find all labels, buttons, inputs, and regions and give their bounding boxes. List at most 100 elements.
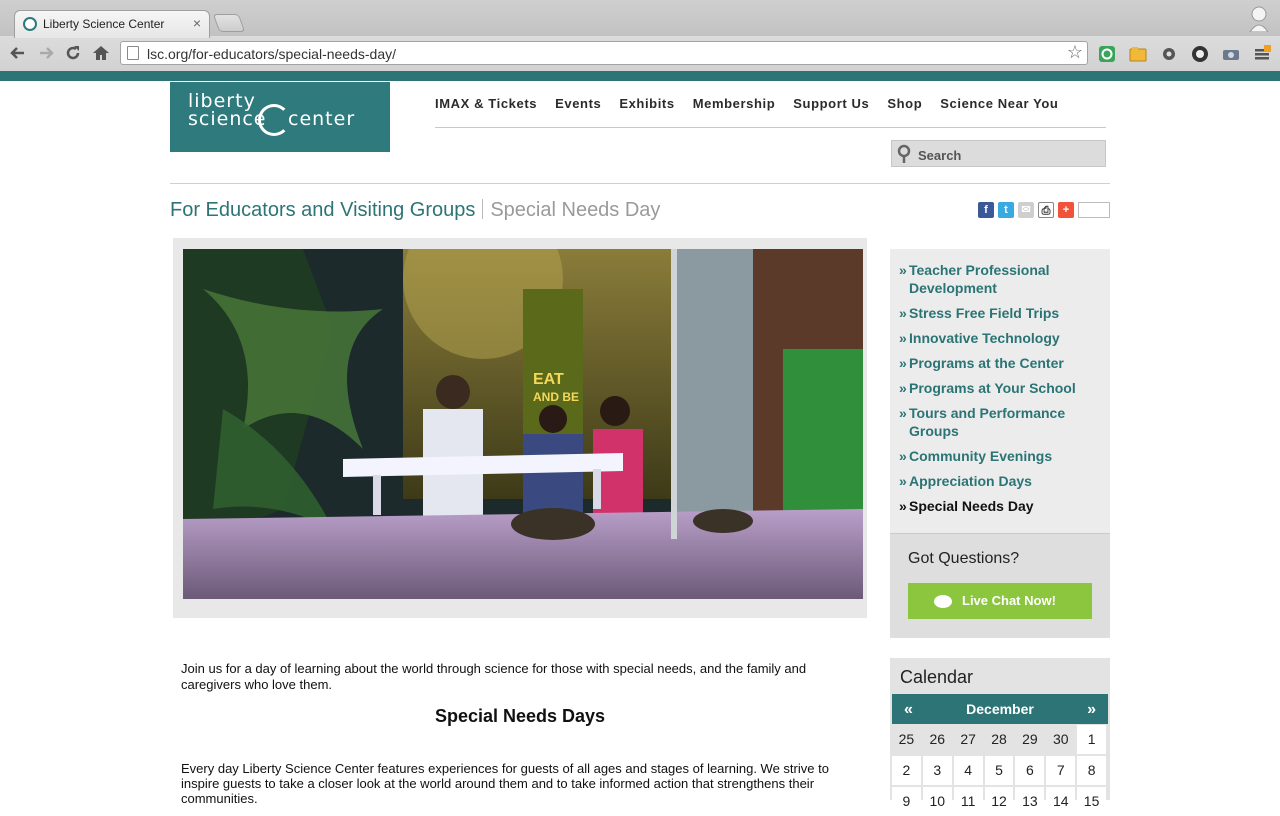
sidebar-item-label: Special Needs Day xyxy=(909,498,1034,514)
live-chat-button[interactable]: Live Chat Now! xyxy=(908,583,1092,619)
menu-icon[interactable] xyxy=(1253,45,1271,63)
nav-exhibits[interactable]: Exhibits xyxy=(619,96,674,116)
calendar-day[interactable]: 5 xyxy=(984,756,1014,785)
calendar-day[interactable]: 27 xyxy=(953,725,983,754)
page-icon xyxy=(127,46,139,60)
live-chat-label: Live Chat Now! xyxy=(962,593,1056,608)
site-top-bar xyxy=(0,71,1280,81)
search-placeholder[interactable]: Search xyxy=(918,148,961,163)
profile-icon[interactable] xyxy=(1248,4,1270,32)
calendar-day[interactable]: 29 xyxy=(1015,725,1045,754)
nav-shop[interactable]: Shop xyxy=(887,96,922,116)
calendar-day[interactable]: 15 xyxy=(1077,787,1107,816)
nav-support-us[interactable]: Support Us xyxy=(793,96,869,116)
sidebar-item-innovative-technology[interactable]: » Innovative Technology xyxy=(899,329,1099,347)
calendar-next-button[interactable]: » xyxy=(1087,701,1096,719)
addthis-icon[interactable]: + xyxy=(1058,202,1074,218)
calendar-day[interactable]: 10 xyxy=(922,787,952,816)
calendar-day[interactable]: 13 xyxy=(1015,787,1045,816)
forward-arrow-icon xyxy=(40,47,54,59)
calendar-day[interactable]: 11 xyxy=(953,787,983,816)
calendar-day[interactable]: 26 xyxy=(922,725,952,754)
share-counter xyxy=(1078,202,1110,218)
sidebar-item-tours-and-performance-groups[interactable]: » Tours and Performance Groups xyxy=(899,404,1099,440)
breadcrumb-section[interactable]: For Educators and Visiting Groups xyxy=(170,199,475,221)
nav-events[interactable]: Events xyxy=(555,96,601,116)
calendar-week-row: 9 10 11 12 13 14 15 xyxy=(892,787,1108,816)
browser-tab[interactable]: Liberty Science Center × xyxy=(14,10,210,38)
print-icon[interactable]: ⎙ xyxy=(1038,202,1054,218)
calendar-day[interactable]: 9 xyxy=(892,787,921,816)
email-icon[interactable]: ✉ xyxy=(1018,202,1034,218)
chat-bubble-icon xyxy=(934,595,952,608)
nav-membership[interactable]: Membership xyxy=(693,96,776,116)
breadcrumb-separator xyxy=(482,199,484,219)
sidebar-item-label: Innovative Technology xyxy=(909,330,1060,346)
home-button[interactable] xyxy=(91,43,111,63)
folder-extension-icon[interactable] xyxy=(1129,45,1147,63)
sign-text-eat: EAT xyxy=(533,371,564,388)
sidebar-item-label: Programs at the Center xyxy=(909,355,1064,371)
calendar-day[interactable]: 8 xyxy=(1077,756,1107,785)
calendar-prev-button[interactable]: « xyxy=(904,701,913,719)
logo-text-science: science xyxy=(188,108,267,130)
nav-imax-tickets[interactable]: IMAX & Tickets xyxy=(435,96,537,116)
back-arrow-icon xyxy=(10,47,24,59)
home-icon xyxy=(93,46,109,60)
header-divider xyxy=(170,183,1110,184)
new-tab-button[interactable] xyxy=(212,14,246,32)
tab-close-icon[interactable]: × xyxy=(193,15,201,31)
section-heading: Special Needs Days xyxy=(434,706,606,726)
forward-button[interactable] xyxy=(36,43,56,63)
calendar-day[interactable]: 25 xyxy=(892,725,921,754)
sync-extension-icon[interactable] xyxy=(1098,45,1116,63)
sidebar-item-programs-at-the-center[interactable]: » Programs at the Center xyxy=(899,354,1099,372)
calendar-month: December xyxy=(966,701,1034,717)
intro-paragraph: Join us for a day of learning about the … xyxy=(181,661,807,692)
gear-extension-icon[interactable] xyxy=(1160,45,1178,63)
calendar-day[interactable]: 3 xyxy=(922,756,952,785)
nav-divider xyxy=(435,127,1106,128)
calendar-widget: Calendar December « » 25 26 27 28 29 30 … xyxy=(890,658,1110,816)
location-pin-icon xyxy=(897,144,911,163)
reload-button[interactable] xyxy=(63,43,83,63)
questions-panel: Got Questions? Live Chat Now! xyxy=(890,533,1110,638)
logo-text-center: center xyxy=(288,108,356,130)
share-toolbar: f t ✉ ⎙ + xyxy=(978,202,1110,218)
calendar-day[interactable]: 30 xyxy=(1046,725,1076,754)
nav-science-near-you[interactable]: Science Near You xyxy=(940,96,1058,116)
sidebar-item-community-evenings[interactable]: » Community Evenings xyxy=(899,447,1099,465)
sidebar-item-label: Appreciation Days xyxy=(909,473,1032,489)
calendar-title: Calendar xyxy=(900,667,974,687)
calendar-day[interactable]: 2 xyxy=(892,756,921,785)
tab-title: Liberty Science Center xyxy=(43,17,165,31)
camera-extension-icon[interactable] xyxy=(1222,45,1240,63)
browser-toolbar: lsc.org/for-educators/special-needs-day/… xyxy=(0,36,1280,70)
bookmark-star-icon[interactable]: ☆ xyxy=(1067,42,1083,63)
address-bar[interactable]: lsc.org/for-educators/special-needs-day/… xyxy=(120,41,1088,65)
calendar-day[interactable]: 7 xyxy=(1046,756,1076,785)
url-text[interactable]: lsc.org/for-educators/special-needs-day/ xyxy=(147,46,396,62)
sidebar-item-stress-free-field-trips[interactable]: » Stress Free Field Trips xyxy=(899,304,1099,322)
calendar-header: December « » xyxy=(892,694,1108,724)
calendar-day[interactable]: 6 xyxy=(1015,756,1045,785)
search-box[interactable]: Search xyxy=(891,140,1106,167)
circle-extension-icon[interactable] xyxy=(1191,45,1209,63)
sidebar-item-special-needs-day[interactable]: » Special Needs Day xyxy=(899,497,1099,515)
calendar-day[interactable]: 4 xyxy=(953,756,983,785)
calendar-day[interactable]: 1 xyxy=(1077,725,1107,754)
back-button[interactable] xyxy=(8,43,28,63)
calendar-day[interactable]: 28 xyxy=(984,725,1014,754)
sidebar-item-programs-at-your-school[interactable]: » Programs at Your School xyxy=(899,379,1099,397)
twitter-icon[interactable]: t xyxy=(998,202,1014,218)
hero-image: EAT AND BE xyxy=(183,249,863,599)
facebook-icon[interactable]: f xyxy=(978,202,994,218)
questions-title: Got Questions? xyxy=(908,550,1020,567)
calendar-day[interactable]: 14 xyxy=(1046,787,1076,816)
calendar-day[interactable]: 12 xyxy=(984,787,1014,816)
logo-swirl-icon xyxy=(258,104,290,136)
sidebar-item-appreciation-days[interactable]: » Appreciation Days xyxy=(899,472,1099,490)
sidebar-item-teacher-professional-development[interactable]: » Teacher Professional Development xyxy=(899,261,1099,297)
sidebar-item-label: Stress Free Field Trips xyxy=(909,305,1060,321)
site-logo[interactable]: liberty science center xyxy=(170,82,390,152)
